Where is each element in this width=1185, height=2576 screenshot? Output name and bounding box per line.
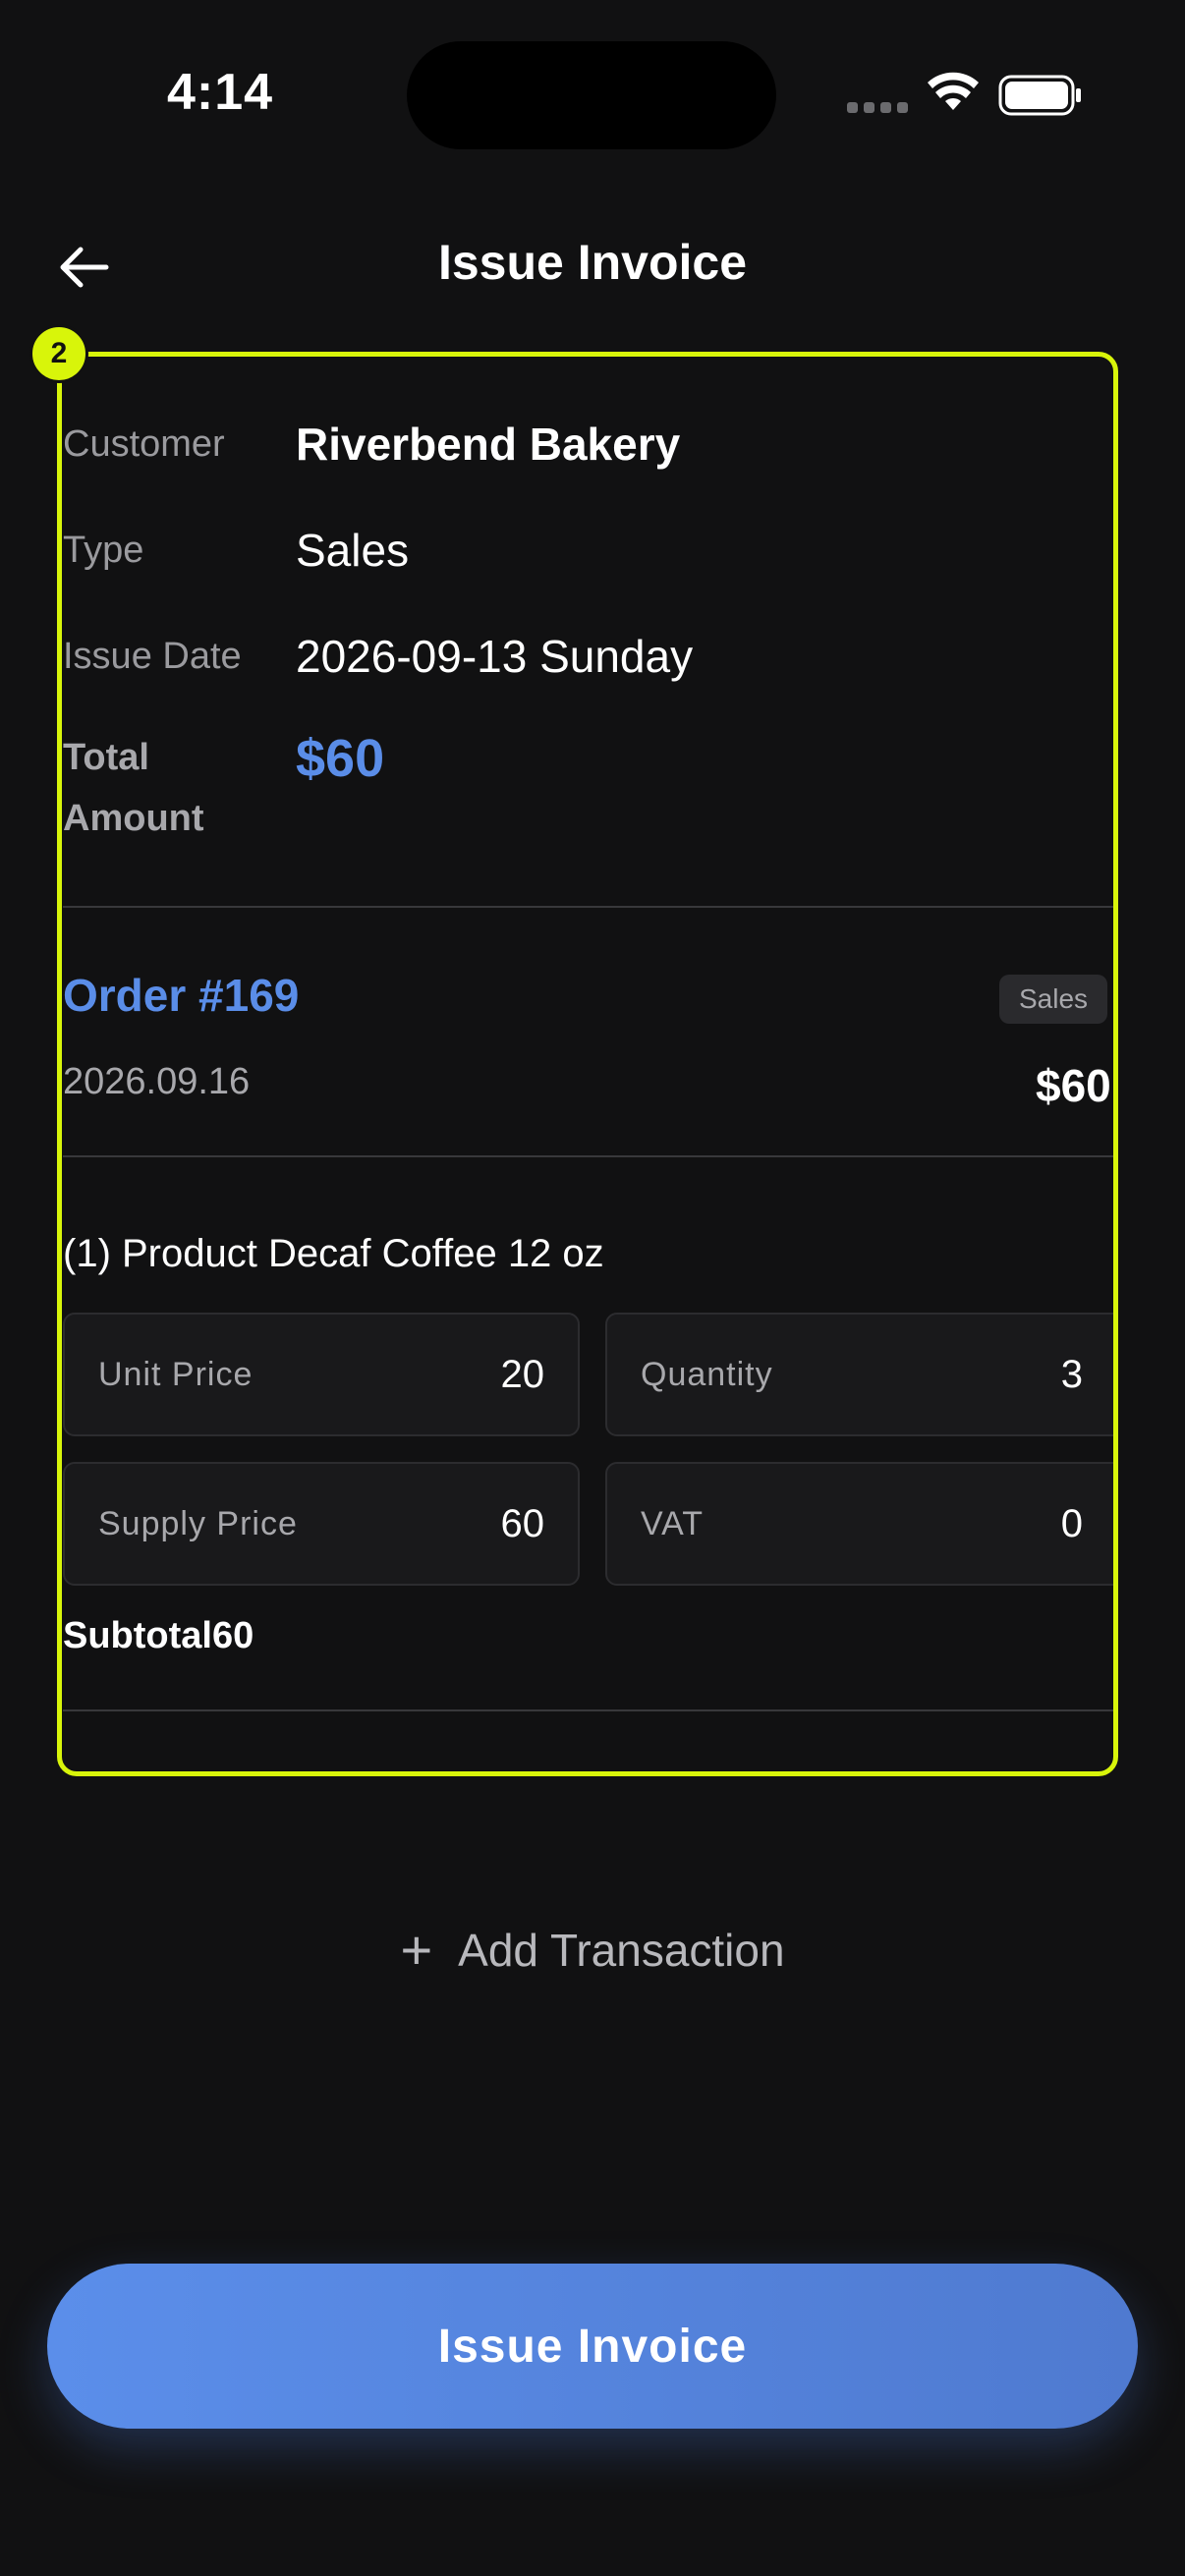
add-transaction-button[interactable]: + Add Transaction — [0, 1916, 1185, 1985]
cellular-signal-icon — [847, 102, 908, 114]
order-type-badge: Sales — [999, 975, 1108, 1024]
dynamic-island — [407, 41, 776, 149]
unit-price-value[interactable]: 20 — [501, 1315, 545, 1434]
vat-value[interactable]: 0 — [1061, 1464, 1083, 1584]
type-value: Sales — [296, 525, 410, 576]
subtotal: Subtotal60 — [63, 1615, 254, 1656]
divider — [63, 1155, 1114, 1157]
order-amount: $60 — [1036, 1060, 1111, 1111]
issue-invoice-button[interactable]: Issue Invoice — [47, 2264, 1138, 2429]
customer-label: Customer — [63, 423, 225, 465]
wifi-icon — [928, 72, 979, 110]
quantity-label: Quantity — [641, 1356, 773, 1393]
unit-price-field[interactable]: Unit Price 20 — [63, 1313, 580, 1436]
issue-date-value[interactable]: 2026-09-13 Sunday — [296, 625, 693, 688]
product-title: (1) Product Decaf Coffee 12 oz — [63, 1232, 604, 1275]
quantity-value[interactable]: 3 — [1061, 1315, 1083, 1434]
total-amount-label: Total Amount — [63, 737, 204, 839]
quantity-field[interactable]: Quantity 3 — [605, 1313, 1114, 1436]
divider — [63, 906, 1114, 908]
unit-price-label: Unit Price — [98, 1356, 254, 1393]
status-time: 4:14 — [167, 64, 274, 121]
vat-field[interactable]: VAT 0 — [605, 1462, 1114, 1586]
issue-invoice-label: Issue Invoice — [437, 2320, 748, 2373]
supply-price-label: Supply Price — [98, 1505, 298, 1542]
battery-icon — [998, 75, 1081, 116]
highlight-badge: 2 — [29, 324, 88, 383]
type-label: Type — [63, 530, 144, 571]
add-transaction-label: Add Transaction — [458, 1925, 785, 1976]
plus-icon: + — [400, 1919, 433, 1981]
divider — [63, 1709, 1114, 1711]
invoice-content: Customer Riverbend Bakery Type Sales Iss… — [63, 358, 1114, 1772]
customer-value: Riverbend Bakery — [296, 419, 681, 470]
page-title: Issue Invoice — [437, 235, 748, 290]
total-amount-value: $60 — [296, 729, 385, 788]
order-title[interactable]: Order #169 — [63, 969, 299, 1022]
supply-price-field[interactable]: Supply Price 60 — [63, 1462, 580, 1586]
supply-price-value[interactable]: 60 — [501, 1464, 545, 1584]
vat-label: VAT — [641, 1505, 705, 1542]
order-date: 2026.09.16 — [63, 1061, 251, 1102]
issue-date-label: Issue Date — [63, 636, 242, 677]
